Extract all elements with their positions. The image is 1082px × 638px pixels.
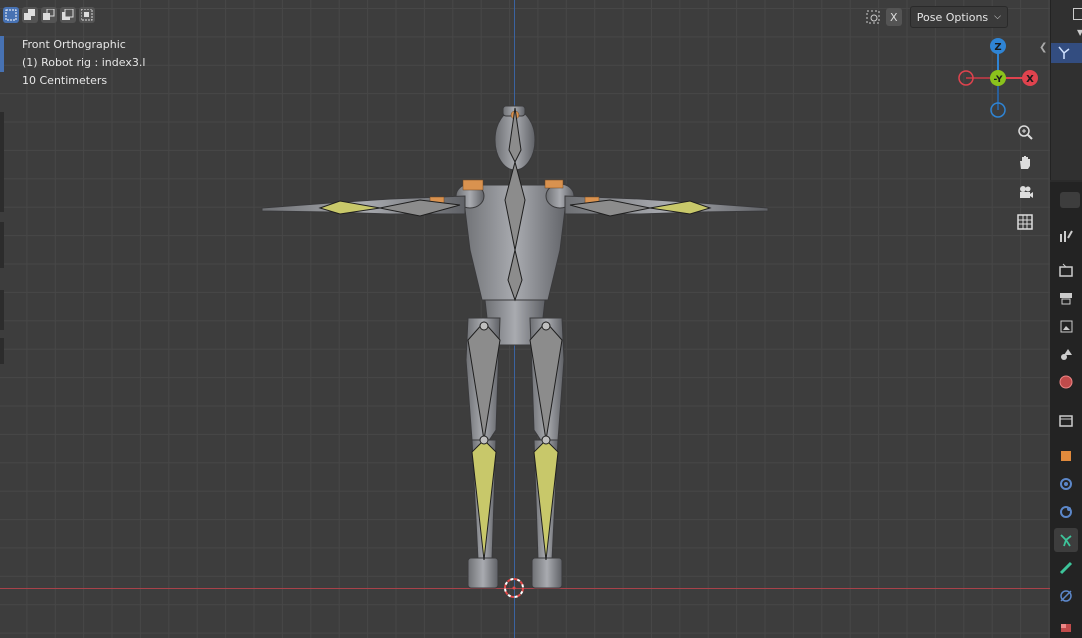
chevron-down-icon: ⌵ (994, 12, 1001, 22)
toolbar-edge (0, 36, 4, 366)
3d-cursor[interactable] (504, 578, 524, 598)
properties-tab-bar (1050, 182, 1082, 638)
world-icon[interactable] (1054, 370, 1078, 394)
right-editor-area: ▼ (1050, 0, 1082, 638)
render-icon[interactable] (1054, 258, 1078, 282)
pose-options-label: Pose Options (916, 10, 989, 24)
viewport-info-overlay: Front Orthographic (1) Robot rig : index… (22, 36, 145, 90)
zoom-icon[interactable] (1013, 120, 1037, 144)
select-subtract-icon[interactable] (41, 7, 57, 23)
tool-icon[interactable] (1054, 224, 1078, 248)
toolbar-tab[interactable] (0, 112, 4, 212)
select-extend-icon[interactable] (22, 7, 38, 23)
toolbar-tab[interactable] (0, 338, 4, 364)
navigation-gizmo[interactable]: Z X -Y (950, 36, 1046, 120)
header-right-tools: X Pose Options ⌵ (864, 6, 1008, 28)
3d-viewport[interactable]: Front Orthographic (1) Robot rig : index… (0, 0, 1050, 638)
pan-hand-icon[interactable] (1013, 150, 1037, 174)
gizmo-y-label: -Y (994, 75, 1003, 85)
camera-view-icon[interactable] (1013, 180, 1037, 204)
robot-armature-figure[interactable] (0, 0, 1050, 638)
object-data-armature-icon[interactable] (1054, 528, 1078, 552)
pose-options-dropdown[interactable]: Pose Options ⌵ (909, 6, 1008, 28)
modifier-icon[interactable] (1054, 472, 1078, 496)
active-object-bone: (1) Robot rig : index3.l (22, 56, 146, 69)
select-invert-icon[interactable] (60, 7, 76, 23)
gizmo-x-label: X (1026, 74, 1034, 85)
select-intersect-icon[interactable] (79, 7, 95, 23)
properties-header-icon[interactable] (1060, 192, 1080, 208)
output-icon[interactable] (1054, 286, 1078, 310)
outliner-header-icon[interactable] (1073, 8, 1082, 20)
xray-button[interactable]: X (885, 8, 902, 26)
xray-toggle-icon[interactable] (864, 8, 882, 26)
view-layer-icon[interactable] (1054, 314, 1078, 338)
select-set-icon[interactable] (3, 7, 19, 23)
scene-icon[interactable] (1054, 342, 1078, 366)
selection-mode-group (3, 7, 95, 23)
navigation-buttons (1013, 120, 1037, 234)
outliner-panel[interactable]: ▼ (1050, 0, 1082, 180)
collection-icon[interactable] (1054, 408, 1078, 432)
toolbar-tab[interactable] (0, 222, 4, 268)
bone-icon[interactable] (1054, 556, 1078, 580)
outliner-filter-icon[interactable]: ▼ (1077, 28, 1082, 37)
outliner-armature-row[interactable] (1051, 43, 1082, 63)
view-name: Front Orthographic (22, 38, 126, 51)
physics-icon[interactable] (1054, 500, 1078, 524)
ortho-grid-icon[interactable] (1013, 210, 1037, 234)
grid-scale: 10 Centimeters (22, 74, 108, 87)
object-icon[interactable] (1054, 444, 1078, 468)
toolbar-tab[interactable] (0, 290, 4, 330)
gizmo-z-label: Z (994, 42, 1001, 53)
active-tool-indicator[interactable] (0, 36, 4, 72)
texture-icon[interactable] (1054, 612, 1078, 636)
sidebar-collapse-icon[interactable]: ❮ (1039, 42, 1047, 53)
bone-constraint-icon[interactable] (1054, 584, 1078, 608)
